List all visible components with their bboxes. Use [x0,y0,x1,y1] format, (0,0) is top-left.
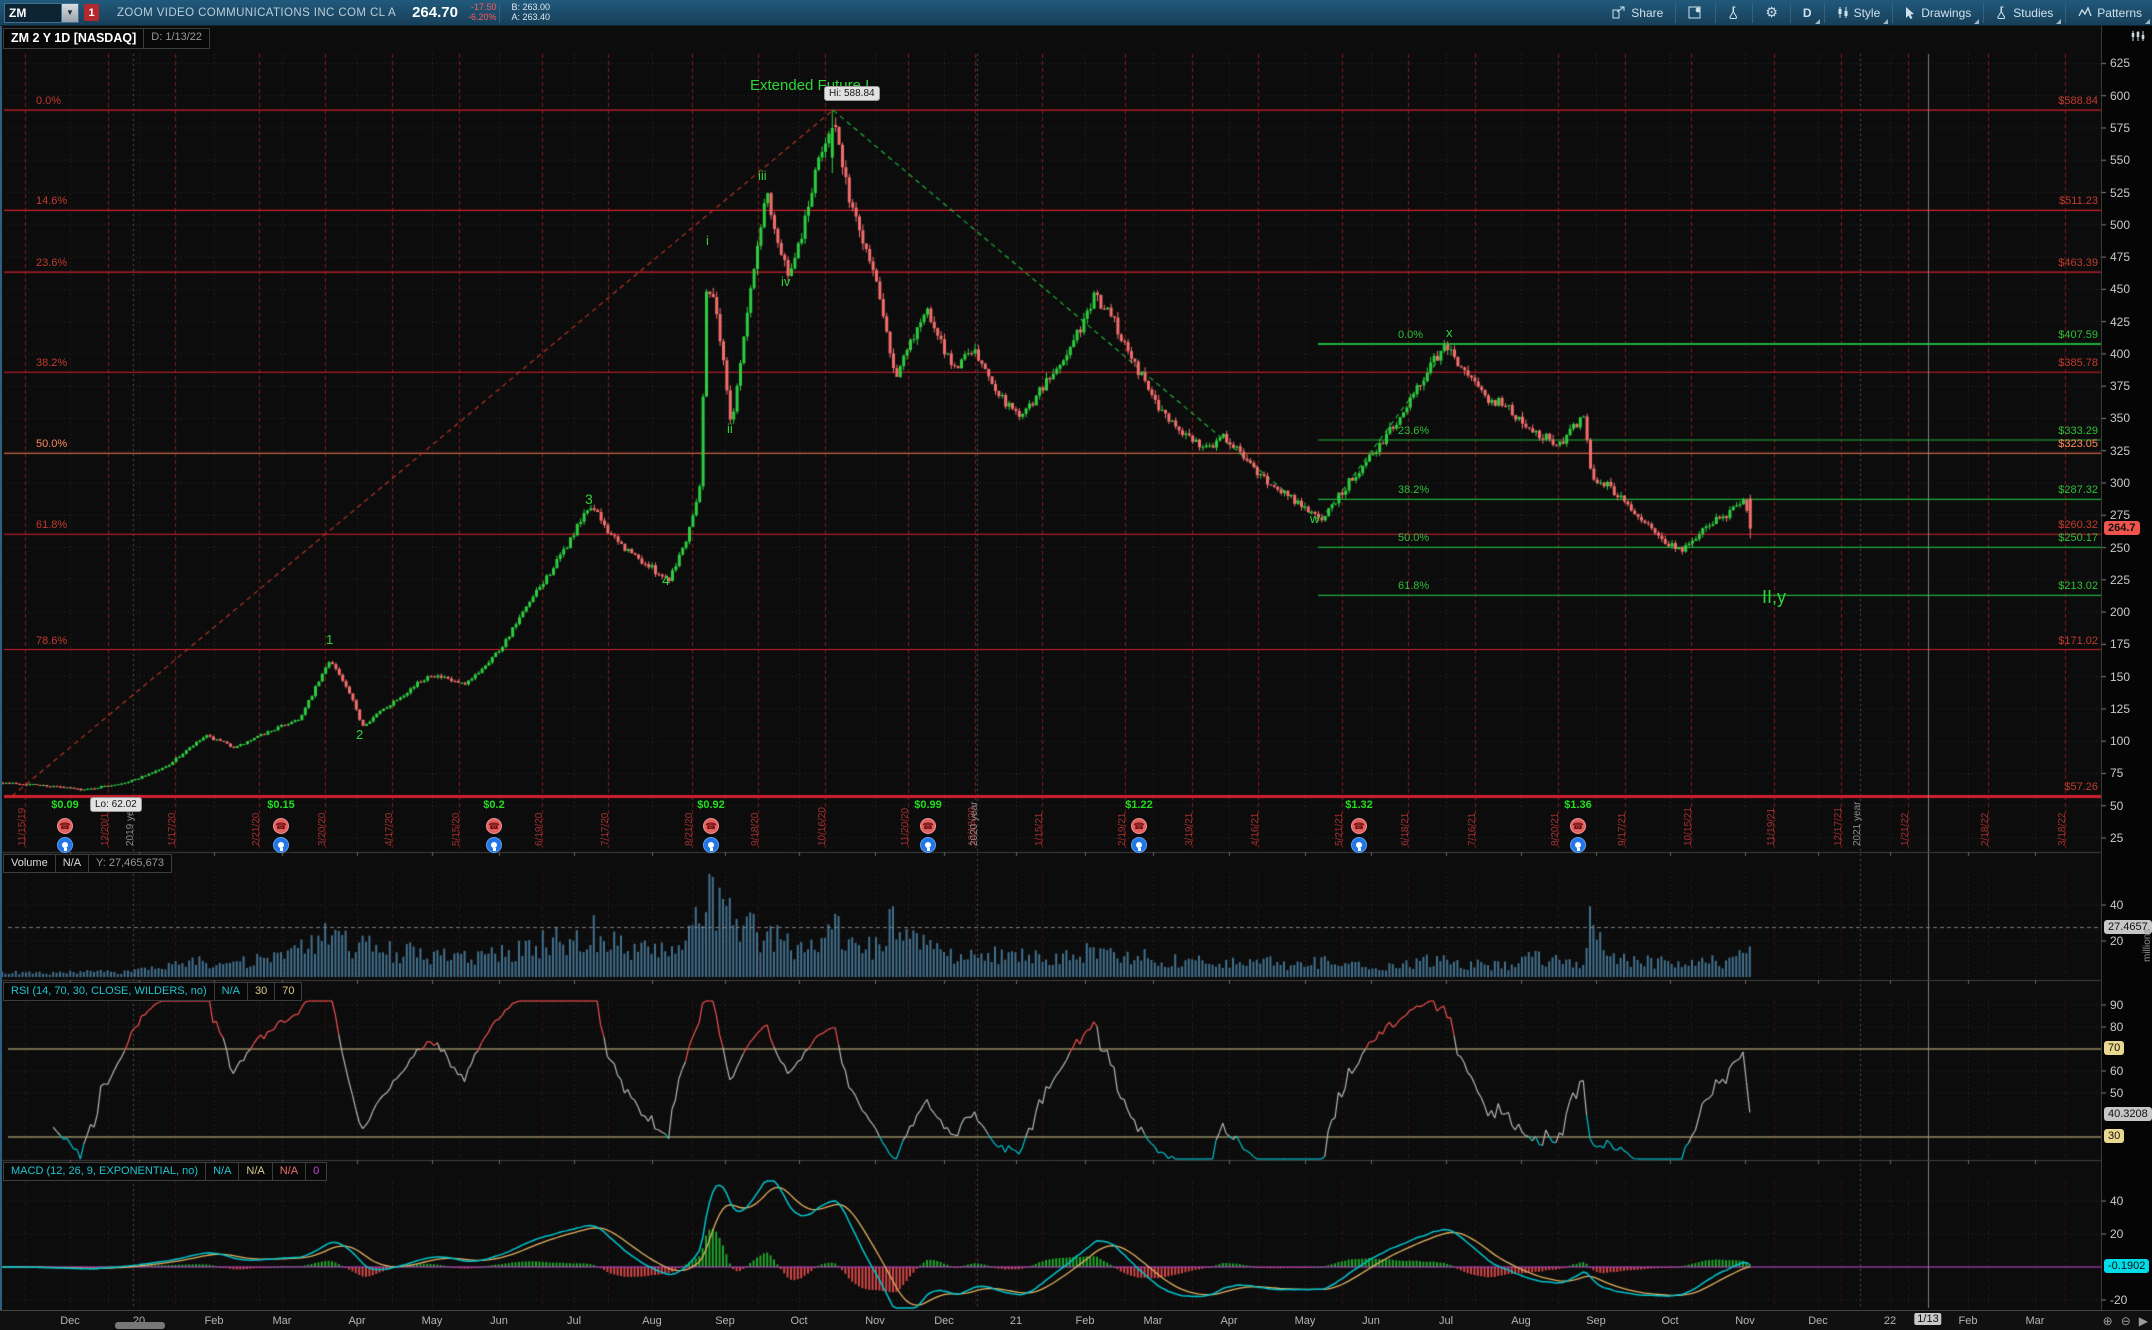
drawings-button[interactable]: Drawings [1895,0,1981,26]
rsi-value-badge: 40.3208 [2104,1107,2152,1121]
studies-flask-icon [1996,6,2008,19]
gear-icon: ⚙ [1765,4,1778,21]
bid-ask: B: 263.00A: 263.40 [512,3,551,23]
zoom-in-icon[interactable]: ⊕ [2103,1314,2113,1328]
time-axis[interactable] [0,1310,2152,1330]
rsi-oversold-badge: 30 [2104,1129,2124,1143]
symbol-box: ZM ▼ [4,3,79,23]
timeframe-button[interactable]: D [1793,0,1822,26]
thinkorswim-chart-window: ZM ▼ 1 ZOOM VIDEO COMMUNICATIONS INC COM… [0,0,2152,1330]
quick-study-button[interactable] [1718,0,1750,26]
macd-pane-header: MACD (12, 26, 9, EXPONENTIAL, no) N/A N/… [4,1162,327,1181]
rsi-na: N/A [214,982,248,1001]
studies-button[interactable]: Studies [1986,0,2063,26]
left-axis-edge [0,26,2,1310]
settings-button[interactable]: ⚙ [1755,0,1788,26]
chart-title: ZM 2 Y 1D [NASDAQ] [3,28,144,49]
macd-value-badge: -0.1902 [2104,1259,2149,1273]
macd-zero-param: 0 [305,1162,327,1181]
patterns-icon [2078,6,2092,19]
flask-icon [1728,6,1740,19]
cursor-date-badge: 1/13 [1914,1313,1941,1325]
price-change: -17.50-6.20% [468,3,497,23]
symbol-dropdown-button[interactable]: ▼ [62,3,79,23]
time-scrollbar-thumb[interactable] [115,1322,165,1329]
volume-na: N/A [55,854,89,873]
zoom-out-icon[interactable]: ⊖ [2121,1314,2131,1328]
cursor-icon [1905,6,1916,19]
right-axis-border [2101,26,2102,1330]
alert-count-badge[interactable]: 1 [84,4,99,21]
rsi-pane-header: RSI (14, 70, 30, CLOSE, WILDERS, no) N/A… [4,982,302,1001]
price-pane-header: ZM 2 Y 1D [NASDAQ] D: 1/13/22 [4,28,210,49]
pan-icon[interactable]: ▶ [2139,1314,2148,1328]
macd-na-1: N/A [205,1162,239,1181]
chart-menu-icon[interactable] [2130,29,2145,48]
chart-canvas[interactable] [0,26,2152,1330]
style-button[interactable]: Style [1827,0,1891,26]
symbol-input[interactable]: ZM [4,3,62,23]
calendar-clock-icon [1688,6,1703,19]
macd-na-3: N/A [272,1162,306,1181]
candle-style-icon [1837,6,1849,19]
chart-describer-button[interactable] [1678,0,1713,26]
rsi-title[interactable]: RSI (14, 70, 30, CLOSE, WILDERS, no) [3,982,215,1001]
patterns-button[interactable]: Patterns [2068,0,2152,26]
volume-title[interactable]: Volume [3,854,56,873]
rsi-param-30: 30 [247,982,275,1001]
cursor-date: D: 1/13/22 [143,28,210,49]
chart-nav-controls: ⊕ ⊖ ▶ [2103,1314,2148,1328]
volume-cursor-y: Y: 27,465,673 [88,854,172,873]
share-icon [1612,6,1626,19]
macd-na-2: N/A [238,1162,272,1181]
company-name: ZOOM VIDEO COMMUNICATIONS INC COM CL A [117,7,396,19]
share-button[interactable]: Share [1602,0,1673,26]
rsi-overbought-badge: 70 [2104,1041,2124,1055]
volume-unit-label: millions [2142,929,2152,962]
rsi-param-70: 70 [274,982,302,1001]
volume-pane-header: Volume N/A Y: 27,465,673 [4,854,172,873]
last-price-axis-badge: 264.7 [2104,521,2140,535]
last-price: 264.70 [412,4,458,21]
top-toolbar: ZM ▼ 1 ZOOM VIDEO COMMUNICATIONS INC COM… [0,0,2152,26]
macd-title[interactable]: MACD (12, 26, 9, EXPONENTIAL, no) [3,1162,206,1181]
